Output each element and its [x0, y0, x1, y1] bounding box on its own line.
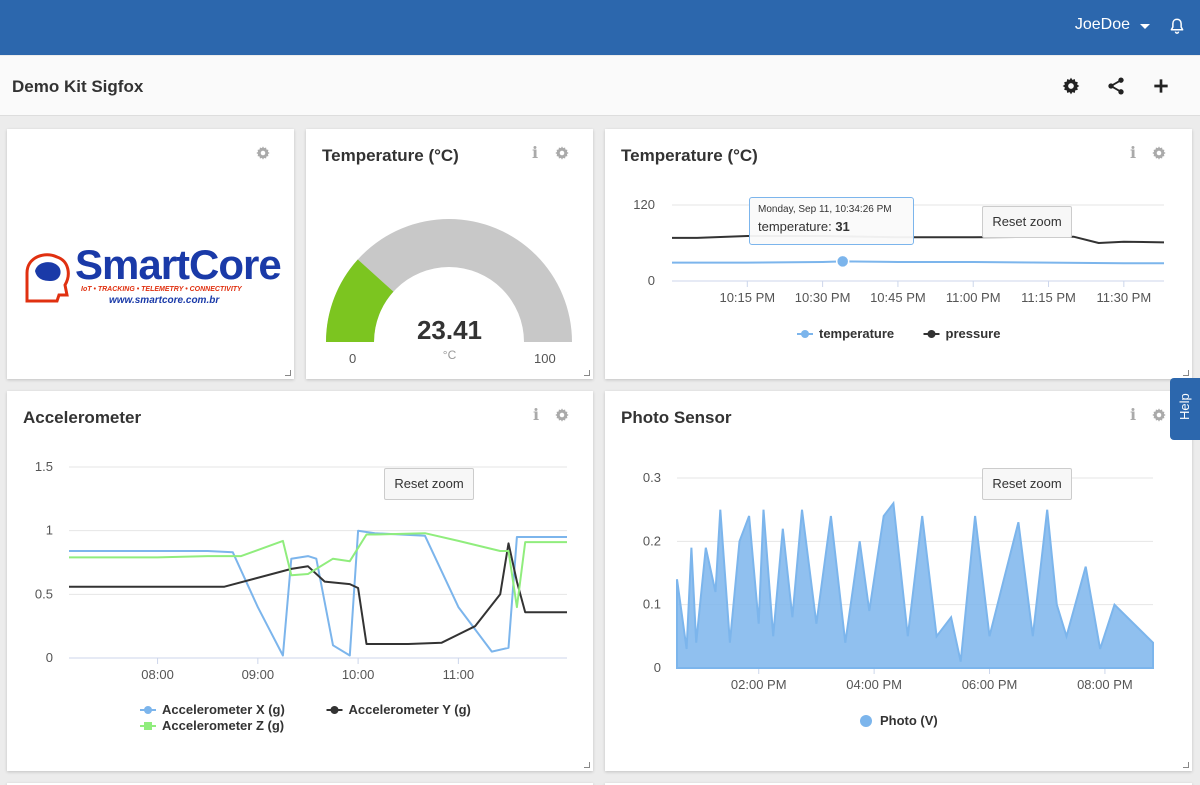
y-tick-label: 0.3: [643, 470, 661, 485]
logo-widget: SmartCore IoT • TRACKING • TELEMETRY • C…: [7, 129, 294, 379]
x-tick-label: 06:00 PM: [962, 677, 1018, 692]
plus-icon[interactable]: [1151, 76, 1171, 96]
legend-marker: [927, 330, 936, 338]
gauge-min-label: 0: [349, 351, 357, 366]
x-tick-label: 10:15 PM: [719, 290, 775, 305]
y-tick-label: 0.2: [643, 533, 661, 548]
help-tab[interactable]: Help: [1170, 378, 1200, 440]
y-tick-label: 0: [46, 650, 53, 665]
resize-handle[interactable]: [584, 370, 590, 376]
photo-sensor-widget: Photo Sensor i 0 0.1 0.2 0.3 02:00 PM 04:00 P…: [605, 391, 1192, 771]
page-title: Demo Kit Sigfox: [12, 77, 144, 96]
series-line: [672, 235, 1165, 244]
username: JoeDoe: [1074, 16, 1130, 33]
x-tick-label: 10:45 PM: [870, 290, 926, 305]
user-menu[interactable]: JoeDoe: [1075, 16, 1150, 34]
legend-symbol: [860, 715, 872, 727]
x-tick-label: 02:00 PM: [731, 677, 787, 692]
x-tick-label: 08:00: [141, 667, 174, 682]
y-tick-label: 0: [654, 660, 661, 675]
gear-icon[interactable]: [255, 145, 271, 161]
accelerometer-widget: Accelerometer i 0 0.5 1 1.5 08:00 09:00 10:00 1…: [7, 391, 593, 771]
temperature-chart-widget: Temperature (°C) i 0 120 10:15 PM 10:30 PM 1…: [605, 129, 1192, 379]
resize-handle[interactable]: [285, 370, 291, 376]
series-line: [69, 542, 567, 645]
x-tick-label: 11:00 PM: [946, 290, 1001, 305]
y-tick-label: 1: [46, 523, 53, 538]
legend-label: Accelerometer X (g): [162, 702, 285, 717]
y-tick-label: 0: [648, 273, 655, 288]
resize-handle[interactable]: [1183, 370, 1189, 376]
reset-zoom-button[interactable]: Reset zoom: [384, 468, 474, 500]
legend-label: temperature: [819, 326, 894, 341]
x-tick-label: 04:00 PM: [846, 677, 902, 692]
share-icon[interactable]: [1106, 76, 1126, 96]
tooltip-value: 31: [835, 219, 850, 234]
x-tick-label: 11:30 PM: [1096, 290, 1151, 305]
y-tick-label: 0.5: [35, 586, 53, 601]
top-navbar: JoeDoe: [0, 0, 1200, 55]
x-tick-label: 09:00: [242, 667, 275, 682]
dashboard-header: Demo Kit Sigfox: [0, 56, 1200, 116]
x-tick-label: 08:00 PM: [1077, 677, 1133, 692]
highlighted-point: [835, 254, 850, 269]
smartcore-logo: SmartCore IoT • TRACKING • TELEMETRY • C…: [23, 243, 287, 311]
logo-brand: SmartCore: [75, 241, 282, 288]
accelerometer-line-chart: 00.511.508:0009:0010:0011:0012. SepAccel…: [35, 459, 567, 733]
legend-label: pressure: [946, 326, 1001, 341]
y-tick-label: 120: [633, 197, 655, 212]
legend-marker: [801, 330, 809, 338]
gauge-value: 23.41: [416, 315, 483, 345]
temperature-line-chart: 0 120 10:15 PM 10:30 PM 10:45 PM 11:00 PM 11:1…: [633, 197, 1165, 341]
resize-handle[interactable]: [584, 762, 590, 768]
logo-tagline: IoT • TRACKING • TELEMETRY • CONNECTIVIT…: [81, 286, 242, 293]
gauge-max-label: 100: [534, 351, 556, 366]
legend-marker: [330, 706, 339, 714]
chevron-down-icon: [1140, 23, 1150, 29]
chart-tooltip: Monday, Sep 11, 10:34:26 PM temperature:…: [749, 197, 914, 245]
legend-marker: [144, 722, 152, 730]
x-tick-label: 10:00: [342, 667, 375, 682]
x-tick-label: 11:00: [443, 667, 475, 682]
temperature-gauge-widget: Temperature (°C) i 23.41 °C 0 100: [306, 129, 593, 379]
series-area: [676, 500, 1154, 669]
x-tick-label: 10:30 PM: [795, 290, 851, 305]
y-tick-label: 0.1: [643, 597, 661, 612]
tooltip-date: Monday, Sep 11, 10:34:26 PM: [758, 204, 892, 215]
legend-label: Accelerometer Z (g): [162, 718, 284, 733]
reset-zoom-button[interactable]: Reset zoom: [982, 206, 1072, 238]
tooltip-label: temperature:: [758, 219, 836, 234]
photo-area-chart: 0 0.1 0.2 0.3 02:00 PM 04:00 PM 06:00 PM 08:00 …: [643, 470, 1154, 728]
resize-handle[interactable]: [1183, 762, 1189, 768]
x-tick-label: 11:15 PM: [1021, 290, 1076, 305]
logo-url: www.smartcore.com.br: [109, 295, 220, 306]
legend-label: Accelerometer Y (g): [349, 702, 471, 717]
y-tick-label: 1.5: [35, 459, 53, 474]
help-label: Help: [1177, 393, 1192, 420]
series-line: [672, 260, 1164, 265]
reset-zoom-button[interactable]: Reset zoom: [982, 468, 1072, 500]
gear-icon[interactable]: [1061, 76, 1081, 96]
legend-marker: [144, 706, 152, 714]
bell-icon[interactable]: [1168, 17, 1186, 35]
legend-label: Photo (V): [880, 713, 938, 728]
